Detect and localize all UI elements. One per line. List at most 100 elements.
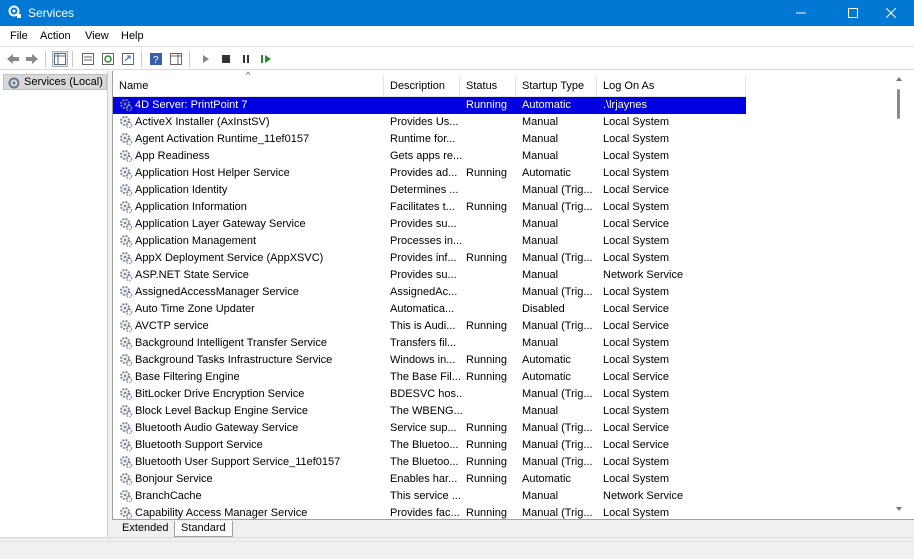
cell-status: Running — [466, 456, 507, 468]
back-button[interactable] — [5, 51, 21, 67]
export-list-button[interactable] — [120, 51, 136, 67]
tree-item-services-local[interactable]: Services (Local) — [3, 74, 107, 90]
stop-service-button[interactable] — [218, 51, 234, 67]
console-tree: Services (Local) — [0, 71, 108, 537]
start-service-button[interactable] — [198, 51, 214, 67]
cell-description: Provides su... — [390, 269, 457, 281]
cell-log-on-as: Local System — [603, 133, 670, 145]
cell-name: ActiveX Installer (AxInstSV) — [135, 116, 270, 128]
cell-startup-type: Automatic — [522, 99, 571, 111]
cell-startup-type: Manual — [522, 235, 559, 247]
table-row[interactable]: Bluetooth User Support Service_11ef0157 T… — [113, 454, 746, 471]
cell-status: Running — [466, 507, 507, 519]
cell-log-on-as: Local Service — [603, 303, 670, 315]
table-row[interactable]: Agent Activation Runtime_11ef0157 Runtime… — [113, 131, 746, 148]
table-row[interactable]: AVCTP service This is Audi... Running Manua… — [113, 318, 746, 335]
minimize-button[interactable] — [778, 0, 824, 26]
table-row[interactable]: Application Layer Gateway Service Provide… — [113, 216, 746, 233]
cell-log-on-as: Local System — [603, 286, 670, 298]
service-gear-icon — [120, 150, 133, 163]
table-row[interactable]: ASP.NET State Service Provides su... Manua… — [113, 267, 746, 284]
close-button[interactable] — [868, 0, 914, 26]
cell-name: Bluetooth User Support Service_11ef0157 — [135, 456, 341, 468]
table-row[interactable]: Application Information Facilitates t... R… — [113, 199, 746, 216]
cell-log-on-as: Local Service — [603, 320, 670, 332]
cell-name: Application Layer Gateway Service — [135, 218, 306, 230]
table-row[interactable]: Background Tasks Infrastructure Service W… — [113, 352, 746, 369]
table-row[interactable]: Capability Access Manager Service Provide… — [113, 505, 746, 519]
play-icon — [203, 55, 209, 63]
table-row[interactable]: AssignedAccessManager Service AssignedAc.… — [113, 284, 746, 301]
service-gear-icon — [120, 184, 133, 197]
properties-pane-button[interactable] — [80, 51, 96, 67]
cell-log-on-as: Local System — [603, 201, 670, 213]
table-row[interactable]: Bluetooth Support Service The Bluetoo... R… — [113, 437, 746, 454]
forward-button[interactable] — [24, 51, 40, 67]
restart-service-button[interactable] — [258, 51, 274, 67]
table-row[interactable]: BranchCache This service ... Manual Network… — [113, 488, 746, 505]
cell-name: BitLocker Drive Encryption Service — [135, 388, 305, 400]
service-gear-icon — [120, 371, 133, 384]
column-header-status[interactable]: Status — [460, 75, 516, 97]
table-row[interactable]: Application Management Processes in... Man… — [113, 233, 746, 250]
table-row[interactable]: Application Host Helper Service Provides … — [113, 165, 746, 182]
cell-log-on-as: .\lrjaynes — [603, 99, 648, 111]
cell-startup-type: Manual (Trig... — [522, 320, 593, 332]
cell-log-on-as: Local System — [603, 337, 670, 349]
scroll-thumb[interactable] — [897, 89, 900, 119]
service-gear-icon — [120, 201, 133, 214]
table-row[interactable]: App Readiness Gets apps re... Manual Local … — [113, 148, 746, 165]
service-gear-icon — [120, 439, 133, 452]
cell-description: Provides Us... — [390, 116, 459, 128]
column-header-startup-type[interactable]: Startup Type — [516, 75, 597, 97]
title-bar: Services — [0, 0, 914, 26]
table-row[interactable]: BitLocker Drive Encryption Service BDESVC… — [113, 386, 746, 403]
cell-description: Windows in... — [390, 354, 456, 366]
cell-startup-type: Manual (Trig... — [522, 456, 593, 468]
table-row[interactable]: ActiveX Installer (AxInstSV) Provides Us.… — [113, 114, 746, 131]
table-row[interactable]: Bluetooth Audio Gateway Service Service s… — [113, 420, 746, 437]
scroll-down-icon[interactable] — [896, 507, 902, 511]
table-row[interactable]: AppX Deployment Service (AppXSVC) Provide… — [113, 250, 746, 267]
cell-startup-type: Manual (Trig... — [522, 286, 593, 298]
menu-file[interactable]: File — [10, 30, 28, 42]
table-row[interactable]: Application Identity Determines ... Manual… — [113, 182, 746, 199]
table-row[interactable]: Base Filtering Engine The Base Fil... Runn… — [113, 369, 746, 386]
refresh-button[interactable] — [100, 51, 116, 67]
menu-help[interactable]: Help — [121, 30, 144, 42]
cell-name: Auto Time Zone Updater — [135, 303, 255, 315]
restart-icon — [261, 55, 271, 63]
help-button[interactable]: ? — [148, 51, 164, 67]
back-arrow-icon — [7, 54, 19, 64]
tab-extended[interactable]: Extended — [116, 521, 174, 537]
column-header-name[interactable]: ^ Name — [113, 71, 384, 97]
cell-log-on-as: Local System — [603, 473, 670, 485]
cell-startup-type: Automatic — [522, 354, 571, 366]
service-gear-icon — [120, 269, 133, 282]
pause-service-button[interactable] — [238, 51, 254, 67]
table-row[interactable]: 4D Server: PrintPoint 7 Running Automatic.… — [113, 97, 746, 114]
column-header-log-on-as[interactable]: Log On As — [597, 75, 746, 97]
cell-status: Running — [466, 354, 507, 366]
menu-action[interactable]: Action — [40, 30, 71, 42]
cell-name: Application Identity — [135, 184, 228, 196]
cell-log-on-as: Local System — [603, 116, 670, 128]
scroll-up-icon[interactable] — [896, 77, 902, 81]
show-hide-console-tree-button[interactable] — [52, 51, 68, 67]
action-pane-button[interactable] — [168, 51, 184, 67]
table-row[interactable]: Auto Time Zone Updater Automatica... Disab… — [113, 301, 746, 318]
cell-status: Running — [466, 99, 507, 111]
vertical-scrollbar[interactable] — [891, 71, 908, 519]
column-header-description[interactable]: Description — [384, 75, 460, 97]
table-row[interactable]: Background Intelligent Transfer Service T… — [113, 335, 746, 352]
cell-description: Provides ad... — [390, 167, 458, 179]
menu-view[interactable]: View — [85, 30, 109, 42]
cell-log-on-as: Local System — [603, 388, 670, 400]
tab-standard[interactable]: Standard — [174, 521, 233, 537]
table-row[interactable]: Bonjour Service Enables har... Running Auto… — [113, 471, 746, 488]
cell-log-on-as: Local System — [603, 150, 670, 162]
cell-description: The Base Fil... — [390, 371, 461, 383]
table-row[interactable]: Block Level Backup Engine Service The WBE… — [113, 403, 746, 420]
cell-log-on-as: Local Service — [603, 422, 670, 434]
cell-startup-type: Automatic — [522, 473, 571, 485]
